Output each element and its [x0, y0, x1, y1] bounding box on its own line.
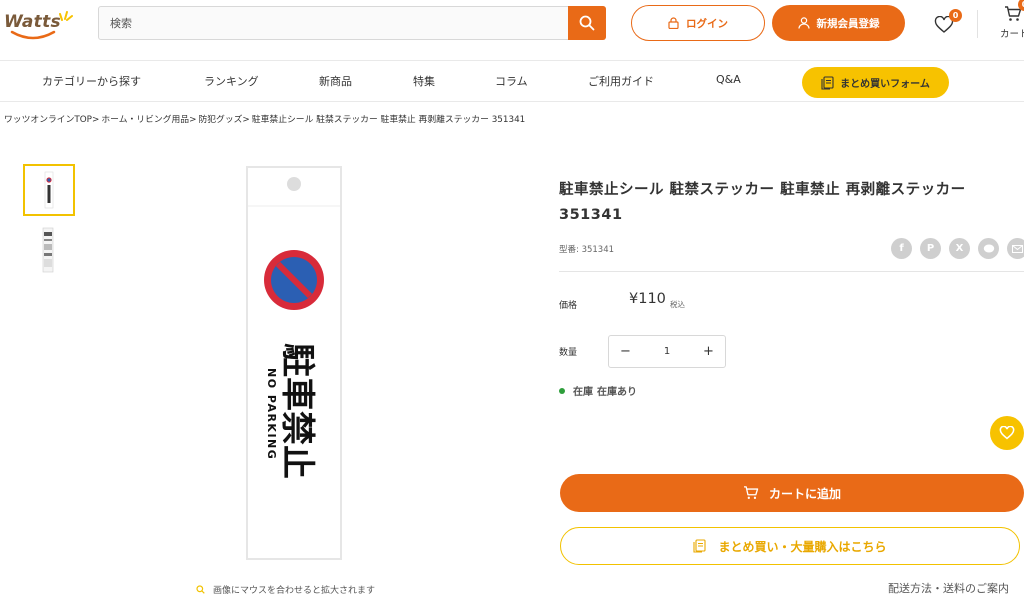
nav-item-qa[interactable]: Q&A: [716, 73, 741, 86]
zoom-hint: 画像にマウスを合わせると拡大されます: [196, 583, 375, 596]
zoom-hint-text: 画像にマウスを合わせると拡大されます: [213, 586, 376, 596]
product-thumbnail-1[interactable]: [23, 164, 75, 216]
nav-item-column[interactable]: コラム: [495, 73, 528, 89]
site-header: Watts ログイン 新規会員登録: [0, 0, 1024, 60]
breadcrumb: ワッツオンラインTOP> ホーム・リビング用品> 防犯グッズ> 駐車禁止シール 駐禁ス…: [4, 112, 527, 125]
header-divider: [977, 10, 978, 38]
nav-item-features[interactable]: 特集: [413, 73, 435, 89]
nav-item-new-products[interactable]: 新商品: [319, 73, 352, 89]
line-bubble-icon: [983, 244, 994, 252]
watts-logo[interactable]: Watts: [4, 10, 74, 40]
pinterest-share-icon[interactable]: P: [920, 238, 941, 259]
cart-label: カート: [1000, 29, 1024, 40]
login-label: ログイン: [686, 17, 728, 30]
info-divider: [559, 271, 1024, 272]
search-bar: [98, 6, 606, 40]
package-thumbnail-image: [42, 227, 54, 273]
search-input[interactable]: [99, 7, 567, 39]
lock-icon: [668, 17, 679, 29]
breadcrumb-item-top[interactable]: ワッツオンラインTOP>: [4, 115, 99, 125]
mail-share-icon[interactable]: [1007, 238, 1024, 259]
price-value: ¥110: [629, 291, 666, 307]
stock-label: 在庫: [573, 387, 593, 398]
mail-icon: [1012, 244, 1023, 253]
line-share-icon[interactable]: [978, 238, 999, 259]
favorites-button[interactable]: 0: [932, 9, 962, 36]
price-label: 価格: [559, 301, 578, 311]
quantity-decrease-button[interactable]: −: [609, 336, 642, 367]
add-to-cart-button[interactable]: カートに追加: [560, 474, 1024, 512]
stock-dot-icon: [559, 387, 565, 394]
logo-text: Watts: [4, 12, 61, 32]
document-icon: [821, 75, 834, 90]
shipping-info-link[interactable]: 配送方法・送料のご案内: [888, 580, 1009, 596]
breadcrumb-item-home-living[interactable]: ホーム・リビング用品>: [101, 115, 196, 125]
breadcrumb-item-current: 駐車禁止シール 駐禁ステッカー 駐車禁止 再剥離ステッカー 351341: [251, 115, 526, 125]
svg-text:NO PARKING: NO PARKING: [265, 368, 278, 460]
search-icon: [579, 15, 595, 31]
user-icon: [797, 17, 810, 29]
nav-item-category[interactable]: カテゴリーから探す: [42, 73, 141, 89]
heart-icon: [999, 426, 1015, 440]
register-label: 新規会員登録: [816, 17, 880, 30]
add-to-cart-label: カートに追加: [768, 486, 841, 501]
search-button[interactable]: [568, 6, 606, 40]
no-parking-sticker-image: 駐車禁止 NO PARKING: [248, 177, 340, 479]
x-share-icon[interactable]: X: [949, 238, 970, 259]
product-title: 駐車禁止シール 駐禁ステッカー 駐車禁止 再剥離ステッカー 351341: [559, 182, 966, 223]
sticker-sub-text: NO PARKING: [265, 368, 278, 460]
svg-text:駐車禁止: 駐車禁止: [277, 343, 317, 479]
stock-value: 在庫あり: [597, 387, 637, 398]
add-to-favorites-button[interactable]: [990, 416, 1024, 450]
bulk-order-form-label: まとめ買いフォーム: [840, 79, 930, 90]
login-button[interactable]: ログイン: [631, 5, 765, 41]
register-button[interactable]: 新規会員登録: [772, 5, 905, 41]
nav-item-ranking[interactable]: ランキング: [204, 73, 259, 89]
tax-label: 税込: [670, 300, 685, 309]
share-buttons: f P X: [891, 238, 1024, 259]
facebook-share-icon[interactable]: f: [891, 238, 912, 259]
quantity-label: 数量: [559, 348, 578, 358]
main-product-image[interactable]: 駐車禁止 NO PARKING: [246, 166, 342, 560]
product-thumbnail-2[interactable]: [23, 224, 75, 276]
breadcrumb-item-security[interactable]: 防犯グッズ>: [198, 115, 249, 125]
quantity-input[interactable]: 1: [642, 336, 692, 367]
logo-spark-icon: [59, 11, 73, 21]
model-number: 型番: 351341: [559, 245, 615, 255]
favorites-count-badge: 0: [949, 9, 962, 22]
magnifier-icon: [196, 585, 205, 594]
bulk-purchase-label: まとめ買い・大量購入はこちら: [718, 539, 887, 554]
stock-status: 在庫 在庫あり: [559, 383, 637, 398]
main-navigation: カテゴリーから探す ランキング 新商品 特集 コラム ご利用ガイド Q&A まと…: [0, 60, 1024, 102]
bulk-order-form-button[interactable]: まとめ買いフォーム: [802, 67, 949, 98]
cart-icon: [743, 486, 759, 499]
nav-item-guide[interactable]: ご利用ガイド: [588, 73, 654, 89]
sticker-thumbnail-image: [44, 171, 54, 209]
logo-smile-icon: [10, 30, 56, 40]
bulk-purchase-button[interactable]: まとめ買い・大量購入はこちら: [560, 527, 1020, 565]
sticker-main-text: 駐車禁止: [277, 343, 317, 479]
cart-button[interactable]: 0 カート: [996, 0, 1024, 42]
document-icon: [693, 539, 707, 553]
quantity-increase-button[interactable]: +: [692, 336, 725, 367]
quantity-stepper: − 1 +: [608, 335, 726, 368]
